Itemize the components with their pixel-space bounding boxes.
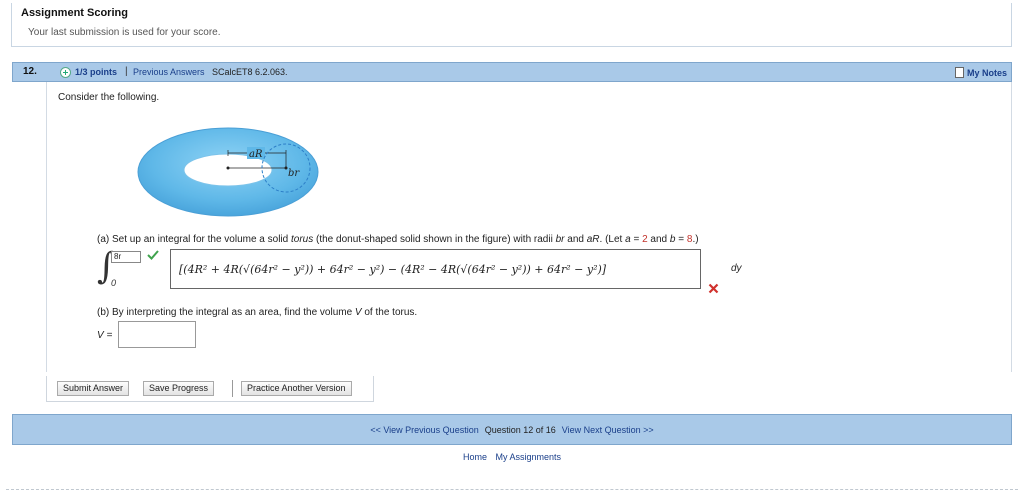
question-code: SCalcET8 6.2.063. — [212, 67, 288, 77]
br-label: br — [288, 168, 300, 179]
part-b-V: V — [354, 307, 362, 318]
integral-answer-area: ∫ 0 8r [(4R² + 4R(√(64r² − y²)) + 64r² −… — [97, 247, 717, 293]
part-a-end: .) — [692, 234, 699, 245]
assignment-scoring-panel: Assignment Scoring Your last submission … — [11, 3, 1012, 47]
part-a-b-eq: = — [675, 234, 687, 245]
upper-limit-input[interactable]: 8r — [111, 251, 141, 263]
home-link[interactable]: Home — [463, 452, 487, 462]
volume-input[interactable] — [118, 321, 196, 348]
practice-another-version-button[interactable]: Practice Another Version — [241, 381, 352, 396]
notes-document-icon — [954, 67, 964, 78]
my-assignments-link[interactable]: My Assignments — [496, 452, 562, 462]
part-a-a-eq: = — [630, 234, 643, 245]
header-separator: | — [125, 66, 128, 77]
submit-answer-button[interactable]: Submit Answer — [57, 381, 130, 396]
question-header: 12. 1/3 points | Previous Answers SCalcE… — [12, 62, 1012, 82]
part-a-prefix: (a) Set up an integral for the volume a … — [97, 234, 291, 245]
view-next-question-link[interactable]: View Next Question >> — [562, 425, 654, 435]
part-a-torus: torus — [291, 234, 314, 245]
previous-answers-link[interactable]: Previous Answers — [133, 67, 205, 77]
part-a-and: and — [564, 234, 587, 245]
part-b-suffix: of the torus. — [361, 307, 418, 318]
footer-divider — [6, 489, 1018, 490]
my-notes-label: My Notes — [966, 67, 1007, 78]
question-position: Question 12 of 16 — [484, 424, 556, 435]
view-previous-question-link[interactable]: << View Previous Question — [370, 425, 478, 435]
part-a-and-b: and — [647, 234, 670, 245]
footer-links: Home My Assignments — [0, 452, 1024, 462]
assignment-scoring-subtitle: Your last submission is used for your sc… — [28, 27, 221, 38]
question-intro: Consider the following. — [58, 92, 160, 103]
save-progress-button[interactable]: Save Progress — [143, 381, 215, 396]
points-link[interactable]: 1/3 points — [75, 67, 117, 77]
my-notes-button[interactable]: My Notes — [954, 66, 1007, 79]
button-separator — [232, 380, 233, 397]
volume-label: V = — [97, 330, 113, 341]
expand-plus-icon[interactable] — [60, 67, 71, 78]
correct-check-icon — [147, 250, 159, 260]
question-number: 12. — [23, 66, 37, 77]
integrand-input[interactable]: [(4R² + 4R(√(64r² − y²)) + 64r² − y²) − … — [170, 249, 701, 289]
lower-limit: 0 — [111, 278, 117, 288]
part-a-br: br — [555, 234, 565, 245]
part-b-prompt: (b) By interpreting the integral as an a… — [97, 307, 417, 318]
assignment-scoring-title: Assignment Scoring — [21, 7, 128, 19]
part-a-let: . (Let — [599, 234, 626, 245]
incorrect-x-icon — [708, 283, 719, 294]
part-a-middle: (the donut-shaped solid shown in the fig… — [313, 234, 556, 245]
dy-label: dy — [731, 263, 742, 274]
aR-label: aR — [249, 149, 263, 160]
part-b-prefix: (b) By interpreting the integral as an a… — [97, 307, 355, 318]
question-navigation-bar: << View Previous Question Question 12 of… — [12, 414, 1012, 445]
torus-figure: aR br — [137, 127, 319, 217]
torus-center-dot — [226, 166, 230, 170]
part-a-prompt: (a) Set up an integral for the volume a … — [97, 234, 699, 245]
part-a-aR: aR — [586, 234, 600, 245]
